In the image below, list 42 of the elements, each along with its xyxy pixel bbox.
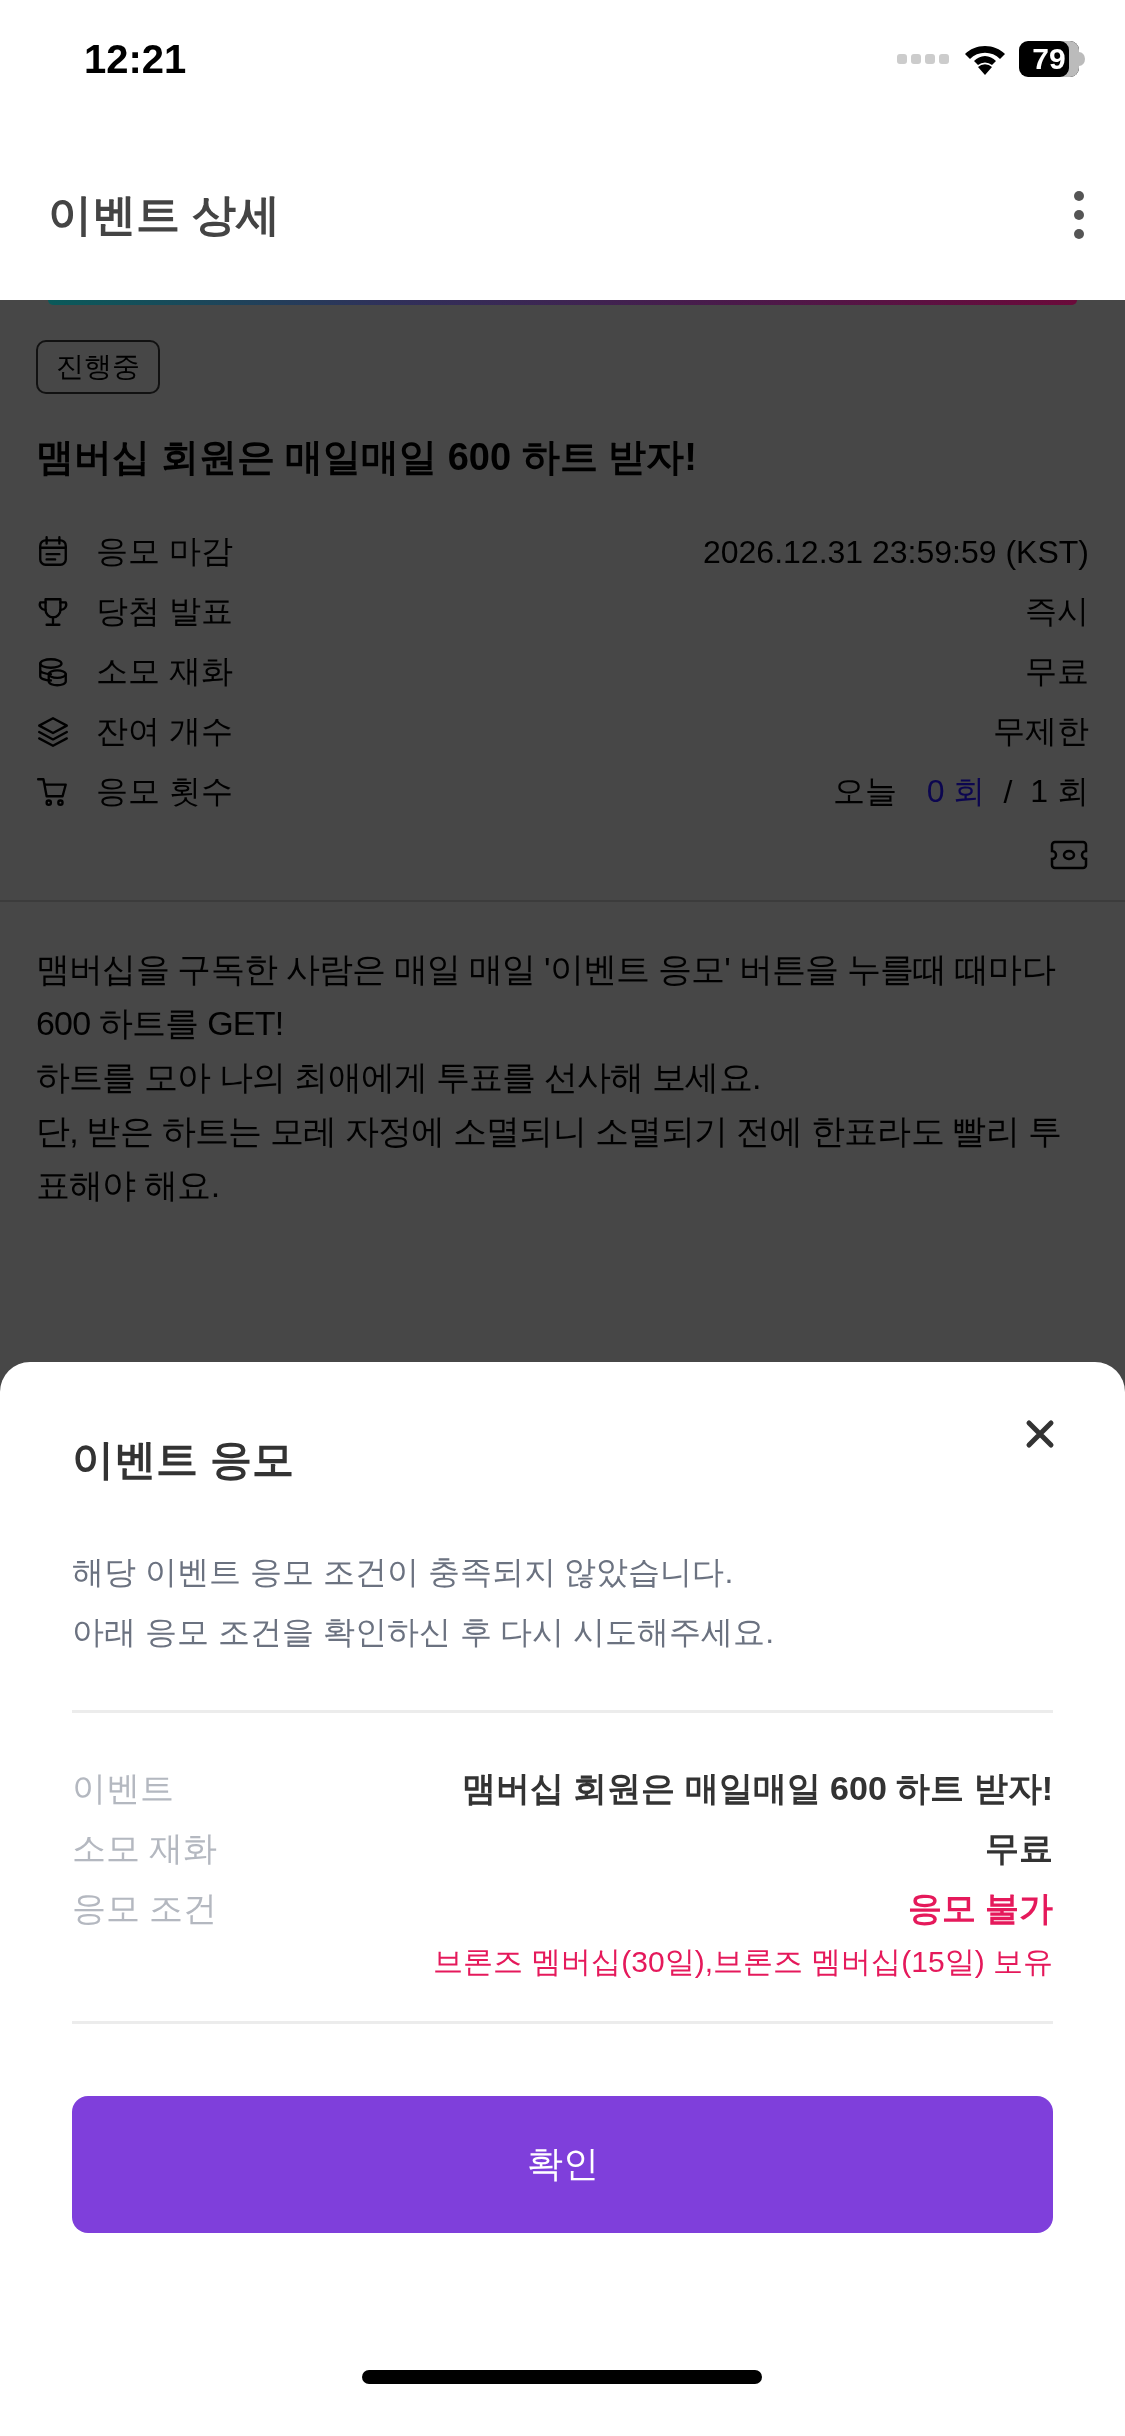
info-value: 2026.12.31 23:59:59 (KST) [702,533,1089,571]
sheet-message: 아래 응모 조건을 확인하신 후 다시 시도해주세요. [72,1613,776,1652]
description-text: 맴버십을 구독한 사람은 매일 매일 '이벤트 응모' 버튼을 누를때 때마다 600 하트를 GET! [36,949,1056,1044]
signal-icon [897,52,951,66]
sheet-message: 해당 이벤트 응모 조건이 충족되지 않았습니다. [72,1553,735,1592]
info-value: 즉시 [1025,592,1089,631]
condition-note: 브론즈 멤버십(30일),브론즈 멤버십(15일) 보유 [431,1944,1053,1980]
cart-icon [36,775,70,809]
battery-tip-icon [1079,52,1085,66]
status-time: 12:21 [84,36,187,82]
detail-value: 무료 [985,1828,1053,1869]
today-count: 0 회 [926,772,986,811]
page-title: 이벤트 상세 [48,188,281,241]
info-label: 당첨 발표 [96,592,234,631]
more-icon[interactable] [1073,190,1085,240]
layers-icon [36,715,70,749]
description-text: 단, 받은 하트는 모레 자정에 소멸되니 소멸되기 전에 한표라도 빨리 투표해야 해요. [36,1111,1062,1206]
status-tag: 진행중 [36,340,160,394]
calendar-icon [36,535,70,569]
close-button[interactable] [1025,1419,1055,1449]
detail-label: 응모 조건 [72,1888,218,1929]
detail-label: 이벤트 [72,1768,174,1809]
info-value: 무료 [1025,652,1089,691]
today-label: 오늘 [832,772,897,811]
battery-icon: 79 [1019,41,1079,77]
info-label: 소모 재화 [96,652,234,691]
close-icon [1025,1419,1055,1449]
info-value: 무제한 [993,712,1089,751]
sheet-title: 이벤트 응모 [72,1435,294,1485]
count-limit: 1 회 [1030,772,1089,811]
status-value: 응모 불가 [907,1888,1053,1929]
trophy-icon [36,595,70,629]
description-text: 하트를 모아 나의 최애에게 투표를 선사해 보세요. [36,1057,762,1098]
count-separator: / [1003,773,1013,811]
confirm-button[interactable]: 확인 [72,2096,1053,2233]
event-title: 맴버십 회원은 매일매일 600 하트 받자! [36,435,698,480]
info-label: 응모 마감 [96,532,234,571]
info-label: 잔여 개수 [96,712,234,751]
detail-label: 소모 재화 [72,1828,218,1869]
detail-value: 맴버십 회원은 매일매일 600 하트 받자! [461,1768,1053,1809]
coins-icon [36,655,70,689]
info-label: 응모 횟수 [96,772,234,811]
